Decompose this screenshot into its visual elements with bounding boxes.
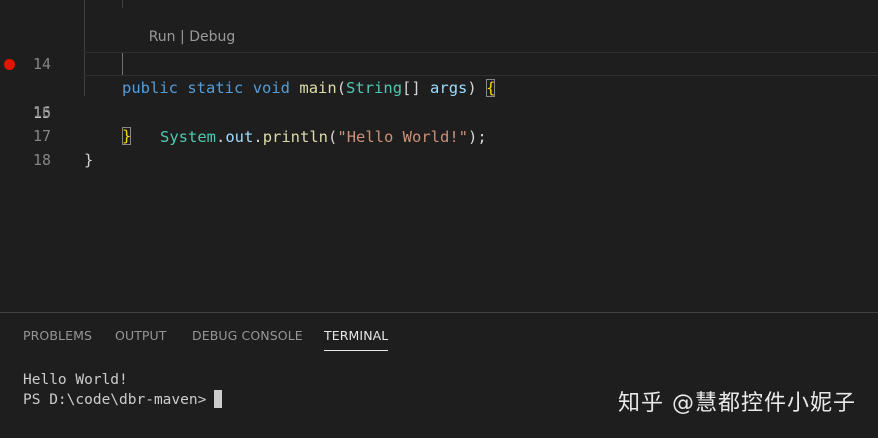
line-number[interactable]: 18 bbox=[0, 148, 51, 172]
code-line-16[interactable]: 16 } bbox=[0, 76, 878, 145]
brace-token: } bbox=[84, 151, 94, 169]
indent-guide bbox=[122, 0, 123, 8]
terminal-prompt-line[interactable]: PS D:\code\dbr-maven> bbox=[23, 390, 223, 410]
code-line-18[interactable]: 18 bbox=[0, 124, 878, 169]
tab-output[interactable]: OUTPUT bbox=[115, 328, 167, 343]
code-line-14[interactable]: 14 public static void main(String[] args… bbox=[0, 28, 878, 97]
tab-terminal[interactable]: TERMINAL bbox=[324, 328, 389, 351]
code-editor[interactable]: Run | Debug 14 public static void main(S… bbox=[0, 0, 878, 312]
bottom-panel: PROBLEMS OUTPUT DEBUG CONSOLE TERMINAL H… bbox=[0, 312, 878, 438]
vscode-window: Run | Debug 14 public static void main(S… bbox=[0, 0, 878, 438]
tab-debug-console[interactable]: DEBUG CONSOLE bbox=[192, 328, 303, 343]
terminal-output-line: Hello World! bbox=[23, 372, 128, 388]
panel-tab-bar: PROBLEMS OUTPUT DEBUG CONSOLE TERMINAL bbox=[0, 313, 878, 355]
watermark: 知乎 @慧都控件小妮子 bbox=[618, 391, 856, 416]
code-line-17[interactable]: 17 } bbox=[0, 100, 878, 169]
terminal-prompt: PS D:\code\dbr-maven> bbox=[23, 392, 207, 408]
line-code: } bbox=[84, 148, 93, 172]
breakpoint-icon[interactable] bbox=[4, 59, 15, 70]
tab-problems[interactable]: PROBLEMS bbox=[23, 328, 92, 343]
terminal-cursor bbox=[214, 390, 223, 408]
code-line-15[interactable]: 15 System.out.println("Hello World!"); bbox=[4, 52, 878, 146]
